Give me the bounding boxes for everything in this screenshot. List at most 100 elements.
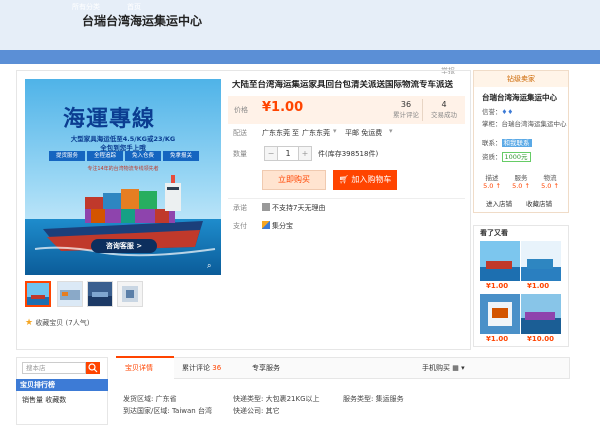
contact-button[interactable]: 和我联系: [501, 139, 532, 147]
attr-destination: 到达国家/区域: Taiwan 台湾: [123, 407, 212, 415]
shipping-from: 广东东莞: [262, 129, 290, 137]
main-product-image[interactable]: 海運專線 大型家具海运低至4.5/KG或23/KG 全包到您手上哦 提货服务 全…: [25, 79, 221, 275]
price-box: 价格 ¥1.00 36 累计评论 4 交易成功: [228, 96, 465, 124]
consult-button[interactable]: 咨询客服 >: [91, 239, 157, 253]
thumbnail-3[interactable]: [87, 281, 113, 307]
also-item-art: [521, 241, 561, 281]
info-icon: [262, 203, 270, 211]
star-icon: ★: [25, 318, 34, 328]
stock-text: 件(库存398518件): [318, 150, 379, 158]
thumbnail-strip: [25, 281, 145, 307]
currency-symbol: ¥: [262, 100, 272, 115]
tab-reviews[interactable]: 累计评论 36: [182, 363, 221, 373]
also-viewed-item[interactable]: [521, 294, 561, 334]
chevron-down-icon: ▾: [461, 364, 465, 372]
image-badge: 提货服务: [49, 151, 85, 161]
promise-item: 不支持7天无理由: [262, 203, 325, 213]
thumb-art: [27, 283, 49, 305]
quantity-label: 数量: [233, 150, 247, 158]
shop-title[interactable]: 台瑞台湾海运集运中心: [82, 12, 202, 29]
thumbnail-4[interactable]: [117, 281, 143, 307]
dsr-value: 5.0 ↑: [512, 182, 530, 190]
nav-all-categories[interactable]: 所有分类: [72, 2, 100, 12]
image-badge: 全程追踪: [87, 151, 123, 161]
quantity-input[interactable]: 1: [277, 147, 299, 160]
attr-express-company: 快递公司: 其它: [233, 407, 280, 415]
tab-mobile-buy[interactable]: 手机购买 ▦ ▾: [422, 363, 465, 373]
seller-name[interactable]: 台瑞台湾海运集运中心: [482, 92, 557, 103]
payment-label: 支付: [233, 222, 247, 230]
enter-shop-button[interactable]: 进入店铺: [486, 198, 512, 208]
divider: [228, 198, 465, 199]
thumb-art: [58, 282, 82, 306]
shipping-destination-select[interactable]: 广东东莞: [302, 128, 330, 138]
search-button[interactable]: [86, 362, 100, 374]
also-viewed-price: ¥10.00: [527, 335, 555, 343]
seller-card: 钻级卖家 台瑞台湾海运集运中心 信誉：♦♦ 掌柜：台瑞台湾海运集运中心 联系：和…: [473, 70, 569, 213]
tab-service[interactable]: 专享服务: [252, 363, 280, 373]
dsr-label: 描述: [485, 174, 499, 182]
keeper-label: 掌柜：: [482, 120, 502, 128]
thumbnail-2[interactable]: [57, 281, 83, 307]
dsr-value: 5.0 ↑: [541, 182, 559, 190]
thumbnail-1[interactable]: [25, 281, 51, 307]
seller-credit: 信誉：♦♦: [482, 106, 513, 116]
review-count-stat[interactable]: 36 累计评论: [386, 100, 426, 119]
promise-label: 承诺: [233, 204, 247, 212]
also-viewed-item[interactable]: [480, 294, 520, 334]
add-to-cart-button[interactable]: 🛒︎ 加入购物车: [333, 170, 397, 190]
thumb-art: [88, 282, 112, 306]
product-title: 大陆至台湾海运集运家具回台包清关派送国际物流专车派送: [232, 80, 454, 90]
price-value: ¥1.00: [262, 100, 303, 115]
dsr-description: 描述 5.0 ↑: [478, 172, 506, 190]
also-viewed-price: ¥1.00: [486, 282, 509, 290]
quantity-increase-button[interactable]: +: [299, 147, 311, 160]
also-item-art: [480, 241, 520, 281]
seller-keeper: 掌柜：台瑞台湾海运集运中心: [482, 118, 567, 128]
shipping-label: 配送: [233, 129, 247, 137]
sales-count: 4: [441, 100, 447, 109]
attr-express-type: 快递类型: 大包裹21KG以上: [233, 395, 320, 403]
tab-mobile-label: 手机购买: [422, 364, 450, 372]
seller-qualification: 资质： 1000元: [482, 151, 531, 162]
also-item-art: [480, 294, 520, 334]
also-viewed-item[interactable]: [480, 241, 520, 281]
favorite-label: 收藏宝贝 (7人气): [35, 319, 90, 327]
seller-contact: 联系： 和我联系: [482, 137, 532, 147]
shop-search-input[interactable]: 搜本店: [22, 362, 86, 374]
thumb-art: [118, 282, 142, 306]
zoom-icon[interactable]: ⌕: [207, 261, 217, 271]
favorite-shop-button[interactable]: 收藏店铺: [526, 198, 552, 208]
tab-detail[interactable]: 宝贝详情: [125, 363, 153, 373]
image-headline: 海運專線: [63, 106, 156, 132]
rank-tabs[interactable]: 销售量 收藏数: [22, 395, 66, 405]
favorite-product[interactable]: ★ 收藏宝贝 (7人气): [25, 318, 89, 328]
nav-home[interactable]: 首页: [127, 2, 141, 12]
dsr-value: 5.0 ↑: [483, 182, 501, 190]
seller-level: 钻级卖家: [474, 71, 568, 87]
payment-text: 集分宝: [272, 222, 293, 230]
chevron-down-icon[interactable]: ▾: [333, 127, 337, 135]
qrcode-icon: ▦: [452, 364, 459, 372]
shipping-fee: 平邮 免运费: [345, 129, 383, 137]
deposit-badge: 1000元: [501, 152, 531, 162]
image-footer-text: 专注14年的台湾物流专线领先者: [87, 166, 159, 172]
image-badge: 免入仓费: [125, 151, 161, 161]
stat-divider: [422, 99, 423, 121]
also-item-art: [521, 294, 561, 334]
chevron-down-icon[interactable]: ▾: [389, 127, 393, 135]
also-viewed-title: 看了又看: [480, 229, 508, 237]
quantity-decrease-button[interactable]: −: [265, 147, 277, 160]
review-count: 36: [400, 100, 412, 109]
dsr-label: 服务: [514, 174, 528, 182]
dsr-service: 服务 5.0 ↑: [507, 172, 535, 190]
keeper-name[interactable]: 台瑞台湾海运集运中心: [502, 120, 567, 128]
buy-now-button[interactable]: 立即购买: [262, 170, 326, 190]
add-to-cart-label: 加入购物车: [351, 175, 392, 184]
contact-label: 联系：: [482, 139, 502, 147]
also-viewed-item[interactable]: [521, 241, 561, 281]
review-count-label: 累计评论: [393, 111, 419, 119]
attr-ship-region: 发货区域: 广东省: [123, 395, 177, 403]
tab-reviews-label: 累计评论: [182, 364, 210, 372]
credit-label: 信誉：: [482, 108, 502, 116]
